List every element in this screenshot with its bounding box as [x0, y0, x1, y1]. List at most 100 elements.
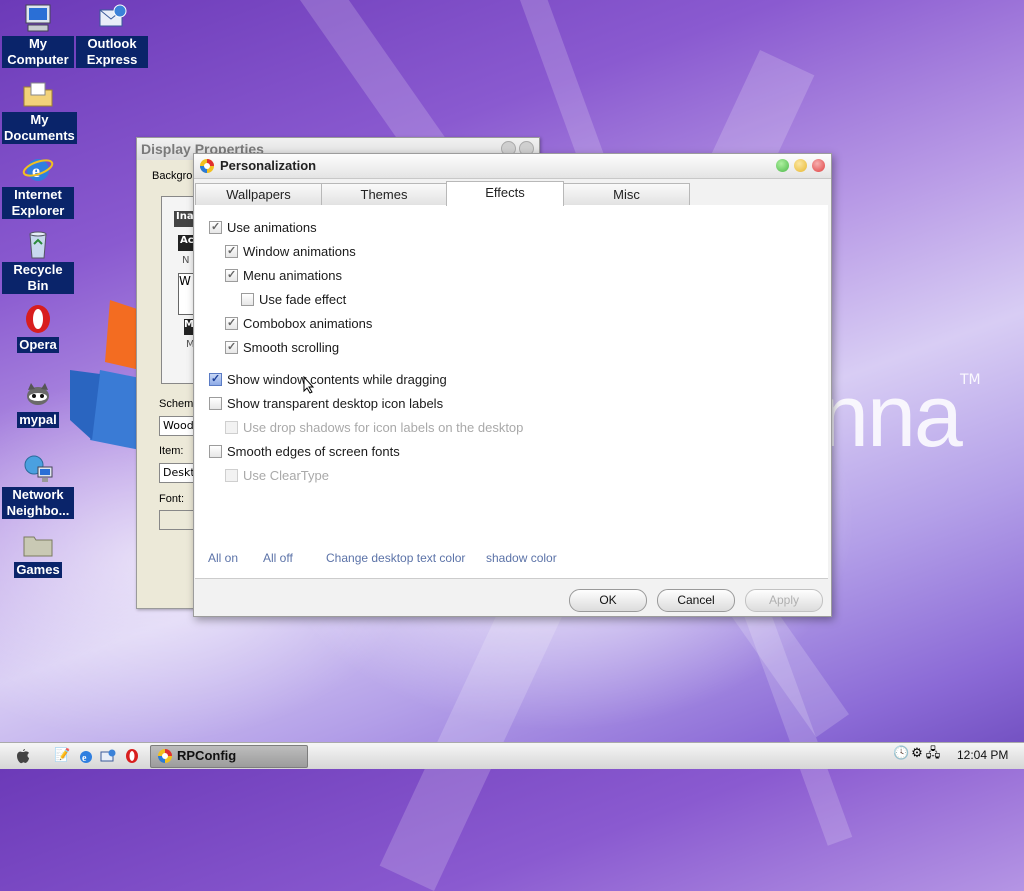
option-label: Smooth scrolling	[243, 340, 340, 355]
desktop-icon-label: Internet Explorer	[2, 187, 74, 219]
folder-icon	[23, 536, 53, 557]
option-window-animations[interactable]: Window animations	[225, 243, 356, 260]
cancel-button[interactable]: Cancel	[657, 589, 735, 612]
apple-start-icon[interactable]	[12, 746, 32, 766]
option-label: Use ClearType	[243, 468, 329, 483]
desktop-icon-my-computer[interactable]: My Computer	[2, 2, 74, 68]
checkbox[interactable]	[241, 293, 254, 306]
option-label: Use drop shadows for icon labels on the …	[243, 420, 524, 435]
tray-network-icon[interactable]: 🖧	[925, 746, 941, 762]
checkbox[interactable]	[225, 339, 238, 355]
desktop-icon-recycle-bin[interactable]: Recycle Bin	[2, 228, 74, 294]
wallpaper-brand-tm: TM	[960, 372, 981, 388]
outlook-express-icon	[99, 4, 127, 27]
option-label: Smooth edges of screen fonts	[227, 444, 400, 459]
personalization-dialog[interactable]: Personalization Wallpapers Themes Effect…	[193, 153, 832, 617]
option-label: Use animations	[227, 220, 317, 235]
mouse-cursor-icon	[303, 376, 315, 394]
tray-clock-icon[interactable]: 🕓	[893, 746, 909, 762]
internet-explorer-icon[interactable]: e	[78, 748, 94, 764]
desktop-icon-internet-explorer[interactable]: e Internet Explorer	[2, 153, 74, 219]
checkbox[interactable]	[209, 397, 222, 410]
option-show-window-contents-dragging[interactable]: Show window contents while dragging	[209, 371, 447, 388]
tray-settings-icon[interactable]: ⚙	[909, 746, 925, 762]
system-tray: 🕓 ⚙ 🖧	[893, 746, 953, 766]
option-label: Use fade effect	[259, 292, 347, 307]
checkbox[interactable]	[209, 445, 222, 458]
all-off-link[interactable]: All off	[263, 551, 293, 565]
option-label: Menu animations	[243, 268, 342, 283]
tab-misc[interactable]: Misc	[563, 183, 690, 205]
option-smooth-font-edges[interactable]: Smooth edges of screen fonts	[209, 444, 400, 460]
desktop-icon-label: Outlook Express	[76, 36, 148, 68]
desktop-icon-label: Opera	[17, 337, 59, 353]
taskbar-button-label: RPConfig	[177, 748, 237, 763]
mypal-icon	[27, 383, 49, 405]
taskbar-button-rpconfig[interactable]: RPConfig	[150, 745, 308, 768]
tab-effects[interactable]: Effects	[446, 181, 564, 206]
dialog-title: Personalization	[220, 158, 317, 173]
opera-icon	[26, 305, 50, 333]
recycle-bin-icon	[29, 231, 47, 259]
desktop-icon-label: Network Neighbo...	[2, 487, 74, 519]
desktop-icon-games[interactable]: Games	[2, 528, 74, 578]
checkbox[interactable]	[225, 267, 238, 283]
desktop-icon-label: Recycle Bin	[2, 262, 74, 294]
checkbox[interactable]	[209, 219, 222, 235]
dialog-titlebar[interactable]: Personalization	[194, 154, 831, 179]
option-use-fade-effect[interactable]: Use fade effect	[241, 292, 346, 308]
tab-themes[interactable]: Themes	[321, 183, 447, 205]
checkbox[interactable]	[209, 371, 222, 387]
option-use-animations[interactable]: Use animations	[209, 219, 317, 236]
option-label: Combobox animations	[243, 316, 373, 331]
opera-icon[interactable]	[124, 748, 140, 764]
internet-explorer-icon: e	[22, 159, 54, 181]
desktop-icon-opera[interactable]: Opera	[2, 303, 74, 353]
ok-button[interactable]: OK	[569, 589, 647, 612]
desktop-icon-network-neighborhood[interactable]: Network Neighbo...	[2, 453, 74, 519]
desktop-icon-label: mypal	[17, 412, 59, 428]
desktop-icon-label: My Documents	[2, 112, 77, 144]
tab-wallpapers[interactable]: Wallpapers	[195, 183, 322, 205]
rpconfig-app-icon	[158, 749, 172, 763]
outlook-express-icon[interactable]	[100, 748, 116, 764]
desktop-icon-my-documents[interactable]: My Documents	[2, 78, 77, 144]
option-transparent-icon-labels[interactable]: Show transparent desktop icon labels	[209, 396, 443, 412]
maximize-icon[interactable]	[776, 159, 789, 172]
rpconfig-app-icon	[200, 159, 214, 173]
all-on-link[interactable]: All on	[208, 551, 238, 565]
network-icon	[24, 455, 53, 482]
effects-panel: Use animations Window animations Menu an…	[195, 205, 828, 579]
option-menu-animations[interactable]: Menu animations	[225, 267, 342, 284]
tab-strip: Wallpapers Themes Effects Misc	[195, 181, 828, 206]
change-desktop-text-color-link[interactable]: Change desktop text color	[326, 551, 465, 565]
windows-flag-logo	[70, 300, 140, 450]
background-tab[interactable]: Backgrou	[152, 170, 198, 182]
option-use-cleartype: Use ClearType	[225, 468, 329, 484]
option-label: Window animations	[243, 244, 356, 259]
shadow-color-link[interactable]: shadow color	[486, 551, 557, 565]
option-label: Show transparent desktop icon labels	[227, 396, 444, 411]
minimize-icon[interactable]	[794, 159, 807, 172]
option-combobox-animations[interactable]: Combobox animations	[225, 315, 373, 332]
option-drop-shadows-icon-labels: Use drop shadows for icon labels on the …	[225, 420, 523, 436]
checkbox[interactable]	[225, 243, 238, 259]
item-label: Item:	[159, 445, 184, 457]
desktop-icon-outlook-express[interactable]: Outlook Express	[76, 2, 148, 68]
preview-normal: N	[182, 255, 190, 266]
notepad-icon[interactable]: 📝	[54, 748, 70, 764]
checkbox[interactable]	[225, 315, 238, 331]
desktop-icon-label: My Computer	[2, 36, 74, 68]
taskbar: 📝 e RPConfig 🕓 ⚙ 🖧 12:04 PM	[0, 742, 1024, 769]
wallpaper-brand-text: nna	[820, 366, 963, 465]
close-icon[interactable]	[812, 159, 825, 172]
checkbox	[225, 469, 238, 482]
computer-icon	[25, 4, 51, 32]
desktop-icon-mypal[interactable]: mypal	[2, 378, 74, 428]
checkbox	[225, 421, 238, 434]
taskbar-clock: 12:04 PM	[957, 748, 1009, 762]
apply-button: Apply	[745, 589, 823, 612]
option-smooth-scrolling[interactable]: Smooth scrolling	[225, 339, 340, 356]
svg-text:e: e	[82, 753, 87, 764]
option-label: Show window contents while dragging	[227, 372, 447, 387]
